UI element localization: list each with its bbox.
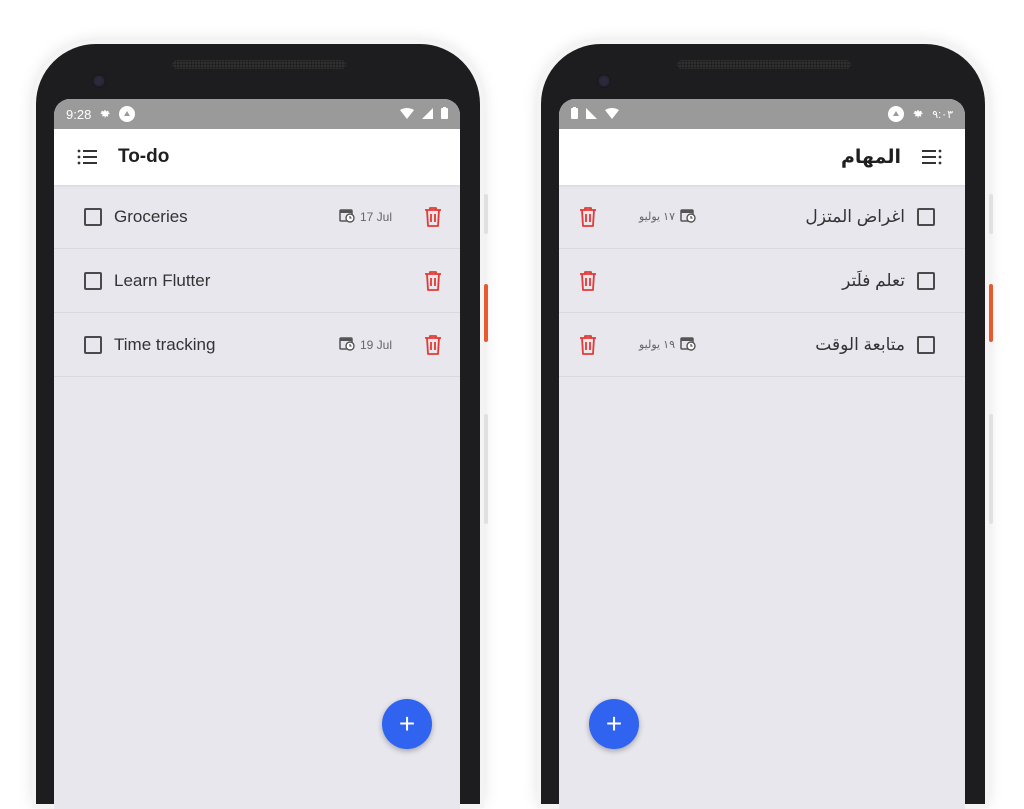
calendar-clock-icon [680,207,696,226]
earpiece-speaker [172,60,346,69]
todo-checkbox[interactable] [917,271,935,290]
list-item: تعلم فلَتر [559,249,965,313]
settings-icon [912,107,924,122]
delete-icon[interactable] [577,334,599,356]
todo-checkbox[interactable] [84,271,102,290]
settings-icon [99,107,111,122]
list-icon[interactable] [76,146,98,168]
notification-badge-icon [888,106,905,122]
due-date: 17 Jul [339,207,392,226]
page-title: المهام [841,146,901,168]
status-time: 9:28 [66,106,92,122]
add-todo-button[interactable]: + [382,699,432,749]
todo-label: Time tracking [114,334,216,354]
todo-checkbox[interactable] [84,207,102,226]
delete-icon[interactable] [422,334,444,356]
app-bar: To-do [54,129,460,185]
todo-checkbox[interactable] [917,335,935,354]
due-date: ١٧ يوليو [639,207,696,226]
calendar-clock-icon [680,335,696,354]
todo-list: اغراض المتزل ١٧ يوليو تعلم فلَتر متابعة … [559,185,965,377]
delete-icon[interactable] [422,270,444,292]
app-screen-ltr: 9:28 To-do Groceries 17 Jul Learn Flutte… [54,99,460,809]
front-camera [597,74,611,88]
wifi-icon [605,107,619,122]
status-bar: ٩:٠٣ [559,99,965,129]
page-title: To-do [118,146,170,167]
add-todo-button[interactable]: + [589,699,639,749]
power-button [484,284,488,342]
due-date-text: 19 Jul [359,337,392,352]
status-bar: 9:28 [54,99,460,129]
due-date: 19 Jul [339,335,392,354]
side-button [484,194,488,234]
todo-checkbox[interactable] [917,207,935,226]
due-date-text: ١٧ يوليو [639,211,675,223]
volume-button [484,414,488,524]
todo-label: متابعة الوقت [815,334,905,354]
signal-icon [422,107,433,122]
delete-icon[interactable] [422,206,444,228]
battery-icon [441,106,448,122]
todo-checkbox[interactable] [84,335,102,354]
calendar-clock-icon [339,335,355,354]
status-time: ٩:٠٣ [932,108,953,121]
phone-frame-rtl: ٩:٠٣ المهام اغراض المتزل ١٧ يوليو تعلم ف… [541,44,993,809]
todo-label: تعلم فلَتر [842,270,905,290]
todo-list: Groceries 17 Jul Learn Flutter Time trac… [54,185,460,377]
due-date-text: 17 Jul [359,209,392,224]
list-item: Groceries 17 Jul [54,185,460,249]
signal-icon [586,107,597,122]
power-button [989,284,993,342]
todo-label: Learn Flutter [114,270,211,290]
todo-label: Groceries [114,206,188,226]
battery-icon [571,106,578,122]
calendar-clock-icon [339,207,355,226]
front-camera [92,74,106,88]
volume-button [989,414,993,524]
due-date: ١٩ يوليو [639,335,696,354]
earpiece-speaker [677,60,851,69]
side-button [989,194,993,234]
app-screen-rtl: ٩:٠٣ المهام اغراض المتزل ١٧ يوليو تعلم ف… [559,99,965,809]
list-item: Time tracking 19 Jul [54,313,460,377]
wifi-icon [400,107,414,122]
list-icon[interactable] [921,146,943,168]
due-date-text: ١٩ يوليو [639,339,675,351]
delete-icon[interactable] [577,206,599,228]
list-item: اغراض المتزل ١٧ يوليو [559,185,965,249]
phone-frame-ltr: 9:28 To-do Groceries 17 Jul Learn Flutte… [36,44,488,809]
delete-icon[interactable] [577,270,599,292]
list-item: متابعة الوقت ١٩ يوليو [559,313,965,377]
list-item: Learn Flutter [54,249,460,313]
app-bar: المهام [559,129,965,185]
todo-label: اغراض المتزل [805,206,905,226]
notification-badge-icon [119,106,136,122]
